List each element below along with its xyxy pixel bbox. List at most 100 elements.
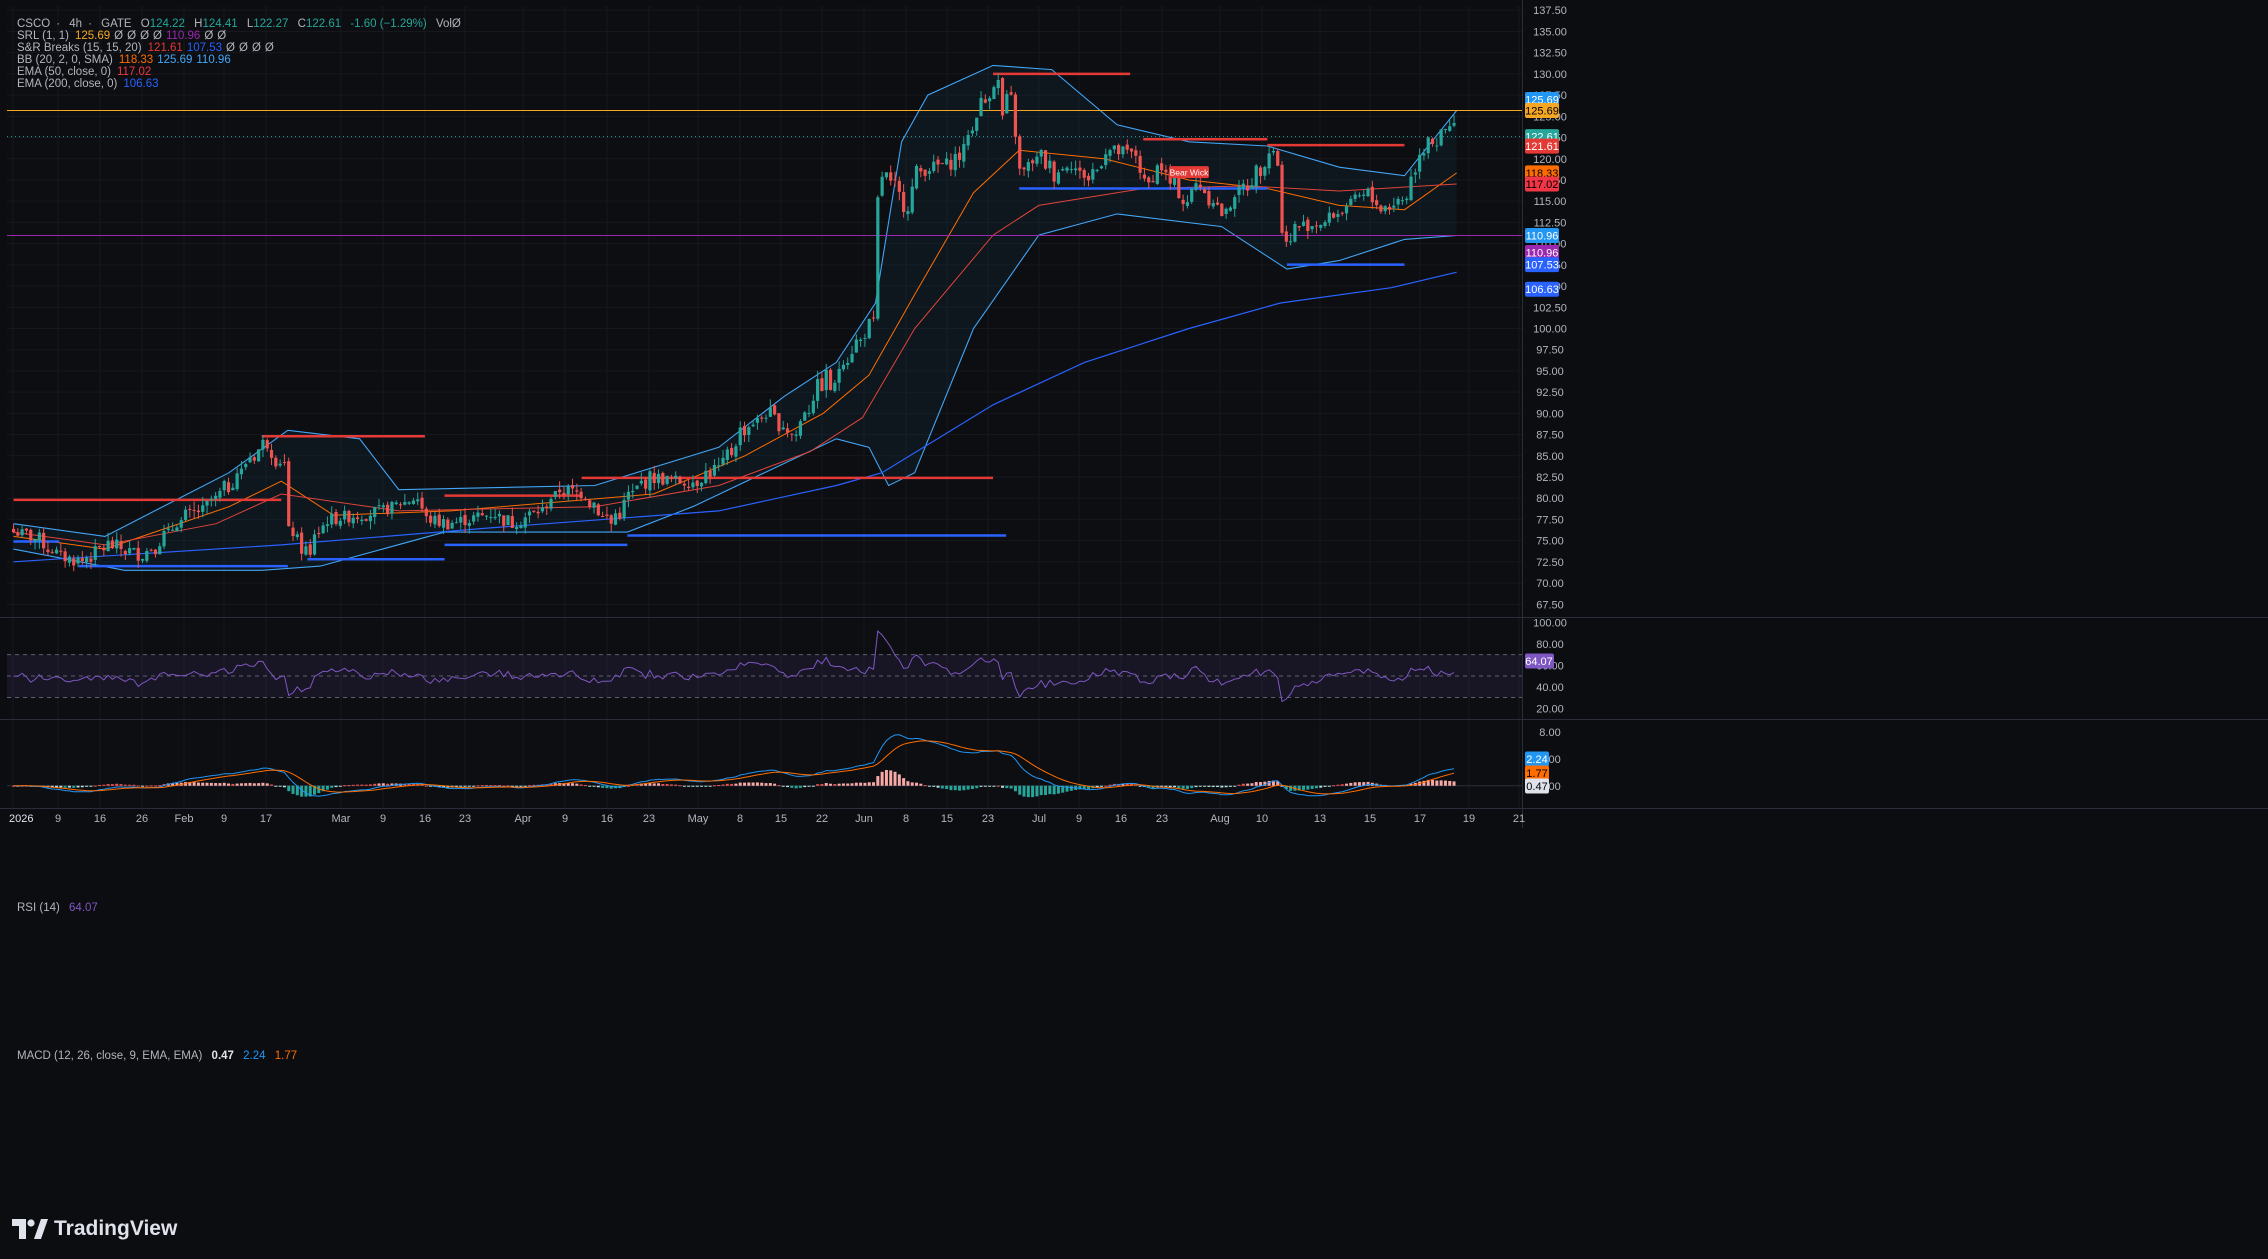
- macd-histogram-bar: [235, 783, 239, 786]
- time-axis-label: 9: [55, 813, 61, 825]
- candle-body: [1344, 206, 1349, 214]
- candle-body: [1327, 212, 1331, 223]
- macd-legend[interactable]: MACD (12, 26, close, 9, EMA, EMA) 0.47 2…: [17, 1048, 303, 1065]
- candle-body: [682, 483, 686, 486]
- candle-body: [54, 549, 59, 554]
- macd-histogram-bar: [351, 784, 355, 786]
- macd-histogram-bar: [1052, 785, 1056, 795]
- candle-body: [957, 152, 962, 160]
- time-axis-label: 16: [94, 813, 106, 825]
- macd-histogram-bar: [63, 785, 67, 788]
- candle-body: [140, 559, 145, 561]
- candle-body: [149, 549, 153, 551]
- macd-histogram-bar: [128, 784, 132, 786]
- macd-legend-hist: 1.77: [274, 1050, 298, 1062]
- macd-histogram-bar: [583, 785, 587, 787]
- tradingview-logo[interactable]: TradingView: [12, 1214, 177, 1244]
- macd-histogram-bar: [218, 783, 222, 786]
- indicator-legend-row[interactable]: EMA (200, close, 0) 106.63: [17, 76, 163, 93]
- candle-body: [85, 557, 89, 563]
- macd-histogram-bar: [145, 785, 149, 787]
- price-axis-label: 137.50: [1533, 5, 1567, 17]
- time-axis-label: 9: [221, 813, 227, 825]
- candle-body: [355, 517, 360, 520]
- rsi-legend-name: RSI (14): [17, 902, 60, 914]
- macd-histogram-bar: [1327, 785, 1331, 787]
- macd-histogram-bar: [747, 782, 751, 786]
- time-axis-label: 26: [136, 813, 148, 825]
- candle-body: [708, 470, 712, 477]
- macd-histogram-bar: [773, 783, 777, 786]
- candle-body: [97, 545, 102, 547]
- macd-histogram-bar: [523, 785, 527, 787]
- candle-body: [781, 427, 785, 430]
- macd-axis-label: 8.00: [1539, 727, 1560, 739]
- candle-body: [196, 510, 201, 513]
- macd-histogram-bar: [239, 783, 243, 786]
- candle-body: [1241, 183, 1245, 189]
- candle-body: [1155, 165, 1159, 184]
- macd-histogram-bar: [1198, 785, 1202, 787]
- macd-histogram-bar: [837, 783, 841, 786]
- candle-body: [20, 529, 24, 536]
- candle-body: [1405, 198, 1409, 201]
- macd-histogram-bar: [1026, 785, 1030, 798]
- macd-histogram-bar: [1168, 785, 1172, 788]
- price-tag: 121.61: [1525, 141, 1559, 153]
- candle-body: [1203, 189, 1207, 194]
- candle-body: [1353, 194, 1357, 199]
- price-axis-label: 130.00: [1533, 69, 1567, 81]
- candle-body: [1228, 207, 1233, 211]
- candle-body: [596, 504, 600, 516]
- candle-body: [1026, 162, 1030, 171]
- candle-body: [970, 130, 975, 134]
- candle-body: [1039, 150, 1043, 157]
- macd-histogram-bar: [1065, 785, 1069, 792]
- macd-histogram-bar: [1435, 780, 1439, 786]
- candle-body: [1095, 169, 1099, 172]
- candle-body: [1052, 161, 1056, 182]
- candle-body: [1185, 202, 1190, 206]
- time-axis-label: 9: [380, 813, 386, 825]
- candle-body: [777, 413, 781, 432]
- price-axis-label: 75.00: [1536, 536, 1564, 548]
- macd-histogram-bar: [777, 785, 781, 787]
- candle-body: [467, 523, 471, 526]
- candle-body: [988, 98, 992, 102]
- macd-histogram-bar: [360, 784, 364, 786]
- footer-bar: [0, 1196, 2268, 1259]
- candle-body: [1276, 151, 1280, 166]
- price-tag: 106.63: [1525, 284, 1559, 296]
- candle-body: [867, 319, 871, 339]
- candle-body: [1194, 183, 1198, 190]
- macd-histogram-bar: [519, 785, 523, 787]
- candle-body: [678, 476, 682, 484]
- chart-root[interactable]: Bear Wick137.50135.00132.50130.00127.501…: [0, 0, 2268, 1259]
- macd-histogram-bar: [85, 785, 89, 787]
- candle-body: [579, 491, 583, 499]
- macd-histogram-bar: [123, 784, 127, 786]
- macd-histogram-bar: [1216, 785, 1220, 788]
- candle-body: [1125, 144, 1129, 150]
- chart-canvas[interactable]: Bear Wick137.50135.00132.50130.00127.501…: [0, 0, 2268, 1259]
- bear-wick-label: Bear Wick: [1170, 168, 1209, 178]
- candle-body: [252, 457, 256, 461]
- rsi-legend[interactable]: RSI (14) 64.07: [17, 900, 104, 917]
- candle-body: [67, 556, 72, 563]
- candle-body: [295, 534, 299, 538]
- macd-histogram-bar: [149, 785, 153, 787]
- macd-histogram-bar: [682, 785, 686, 787]
- macd-histogram-bar: [850, 783, 854, 786]
- time-axis-label: 15: [775, 813, 787, 825]
- candle-body: [1306, 219, 1310, 232]
- macd-histogram-bar: [102, 784, 106, 786]
- ohlc-low: L122.27: [246, 18, 289, 30]
- candle-body: [1009, 92, 1013, 95]
- time-axis-label: 23: [982, 813, 994, 825]
- candle-body: [1400, 200, 1405, 202]
- macd-histogram-bar: [338, 785, 342, 787]
- candle-body: [205, 500, 209, 506]
- time-axis-label: May: [688, 813, 709, 825]
- macd-histogram-bar: [841, 783, 845, 786]
- candle-body: [712, 464, 717, 476]
